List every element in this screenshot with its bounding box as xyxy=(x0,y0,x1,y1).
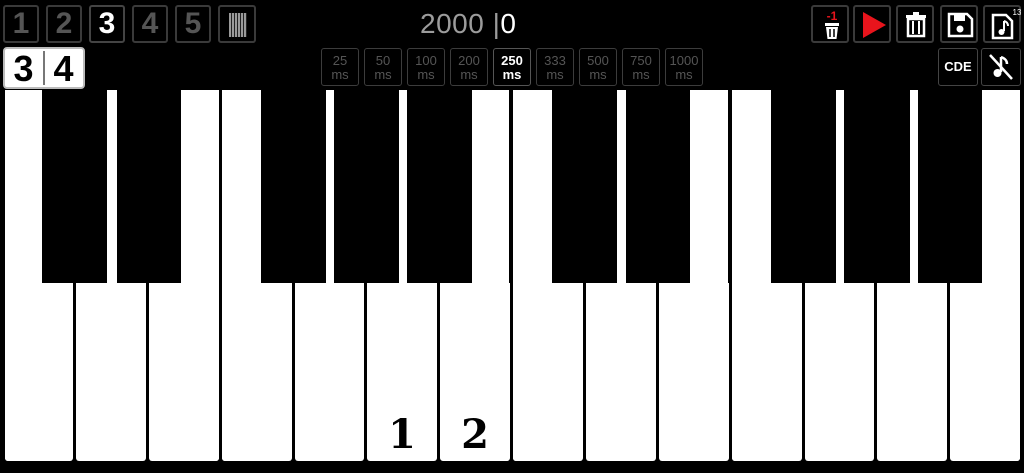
duration-unit: ms xyxy=(417,67,435,82)
white-key[interactable] xyxy=(295,283,364,461)
svg-text:-1: -1 xyxy=(827,9,838,23)
black-key[interactable] xyxy=(845,90,909,281)
black-key[interactable] xyxy=(772,90,835,281)
duration-value: 50 xyxy=(375,53,391,68)
duration-value: 200 xyxy=(458,53,480,68)
mute-note-icon xyxy=(989,54,1013,80)
duration-unit: ms xyxy=(502,67,522,82)
duration-value: 500 xyxy=(587,53,609,68)
black-key[interactable] xyxy=(43,90,106,281)
play-icon xyxy=(863,12,886,38)
duration-200ms-button[interactable]: 200 ms xyxy=(450,48,488,86)
duration-unit: ms xyxy=(374,67,392,82)
black-key[interactable] xyxy=(262,90,325,281)
duration-unit: ms xyxy=(632,67,650,82)
counter-current: 0 xyxy=(500,8,517,39)
white-key-labeled-1[interactable]: 1 xyxy=(367,283,437,461)
time-signature-top: 3 xyxy=(13,48,34,89)
octave-button-3[interactable]: 3 xyxy=(89,5,125,43)
duration-unit: ms xyxy=(675,67,693,82)
duration-250ms-button[interactable]: 250 ms xyxy=(493,48,531,86)
black-key[interactable] xyxy=(627,90,689,281)
note-counter: 2000 |0 xyxy=(420,6,590,42)
white-key[interactable] xyxy=(877,283,947,461)
key-label-2: 2 xyxy=(461,411,489,458)
octave-button-2[interactable]: 2 xyxy=(46,5,82,43)
song-list-button[interactable]: 13 xyxy=(983,5,1021,43)
duration-value: 333 xyxy=(544,53,566,68)
clear-last-icon: -1 xyxy=(825,9,839,39)
delete-button[interactable] xyxy=(896,5,934,43)
duration-500ms-button[interactable]: 500 ms xyxy=(579,48,617,86)
save-icon xyxy=(947,12,974,38)
black-key[interactable] xyxy=(919,90,981,281)
octave-button-4[interactable]: 4 xyxy=(132,5,168,43)
play-button[interactable] xyxy=(853,5,891,43)
mute-note-button[interactable] xyxy=(981,48,1021,86)
white-key[interactable] xyxy=(732,283,802,461)
time-signature[interactable]: 3 4 xyxy=(3,47,85,89)
white-key[interactable] xyxy=(805,283,874,461)
white-key[interactable] xyxy=(149,283,219,461)
octave-button-1[interactable]: 1 xyxy=(3,5,39,43)
white-key[interactable] xyxy=(659,283,729,461)
song-icon: 13 xyxy=(991,8,1021,40)
duration-unit: ms xyxy=(460,67,478,82)
white-key-labeled-2[interactable]: 2 xyxy=(440,283,510,461)
duration-25ms-button[interactable]: 25 ms xyxy=(321,48,359,86)
duration-100ms-button[interactable]: 100 ms xyxy=(407,48,445,86)
duration-1000ms-button[interactable]: 1000 ms xyxy=(665,48,703,86)
black-key[interactable] xyxy=(335,90,398,281)
piano-icon[interactable] xyxy=(218,5,256,43)
counter-total: 2000 xyxy=(420,8,485,39)
black-key[interactable] xyxy=(408,90,471,281)
black-key[interactable] xyxy=(117,90,180,281)
duration-value: 25 xyxy=(332,53,348,68)
black-key[interactable] xyxy=(553,90,616,281)
white-key[interactable] xyxy=(950,283,1020,461)
white-key[interactable] xyxy=(586,283,656,461)
white-key[interactable] xyxy=(513,283,583,461)
white-key[interactable] xyxy=(5,283,73,461)
duration-value: 250 xyxy=(501,53,523,68)
white-key[interactable] xyxy=(76,283,146,461)
duration-unit: ms xyxy=(589,67,607,82)
octave-button-5[interactable]: 5 xyxy=(175,5,211,43)
duration-333ms-button[interactable]: 333 ms xyxy=(536,48,574,86)
piano-keyboard[interactable]: 1 2 xyxy=(0,90,1024,463)
duration-value: 750 xyxy=(630,53,652,68)
duration-value: 1000 xyxy=(669,53,699,68)
duration-50ms-button[interactable]: 50 ms xyxy=(364,48,402,86)
duration-750ms-button[interactable]: 750 ms xyxy=(622,48,660,86)
trash-icon xyxy=(906,12,926,38)
duration-value: 100 xyxy=(415,53,437,68)
duration-unit: ms xyxy=(331,67,349,82)
duration-unit: ms xyxy=(546,67,564,82)
save-button[interactable] xyxy=(940,5,978,43)
svg-text:13: 13 xyxy=(1013,8,1021,17)
note-names-button[interactable]: CDE xyxy=(938,48,978,86)
key-label-1: 1 xyxy=(388,411,416,458)
time-signature-bottom: 4 xyxy=(53,48,74,89)
clear-last-button[interactable]: -1 xyxy=(811,5,849,43)
white-key[interactable] xyxy=(222,283,292,461)
